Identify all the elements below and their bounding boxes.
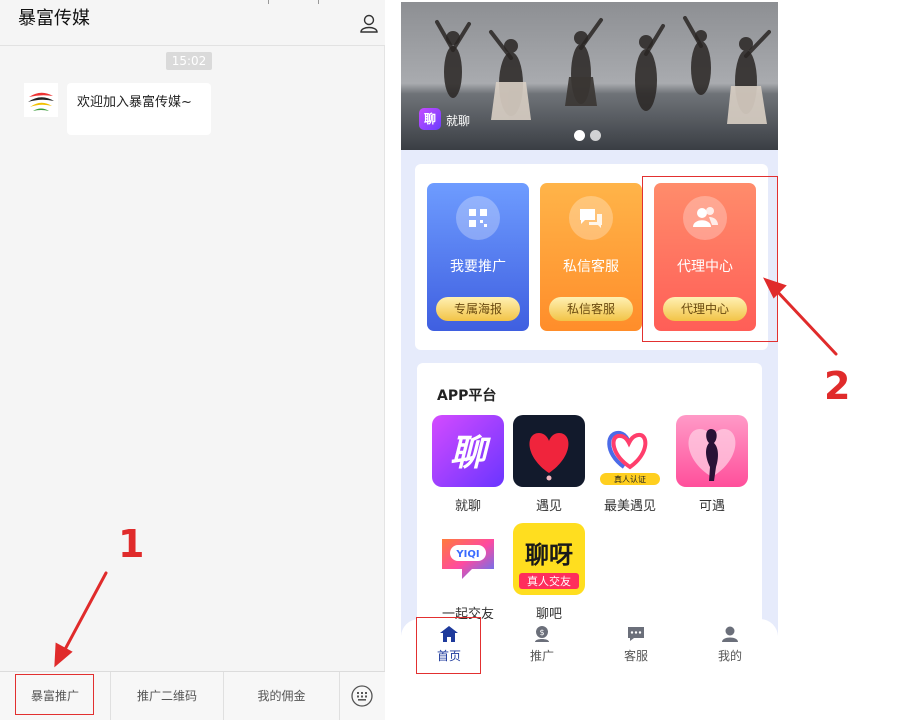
zuimei-heart-logo: 真人认证 <box>594 415 666 487</box>
yujian-heart-logo <box>513 415 585 487</box>
jiuliao-logo-icon: 聊 <box>419 108 441 130</box>
tab-service-label: 客服 <box>623 649 648 663</box>
tab-me-label: 我的 <box>717 649 742 663</box>
chat-title: 暴富传媒 <box>18 8 90 29</box>
liaoba-badge: 真人交友 <box>527 574 571 588</box>
app-name: 可遇 <box>698 499 725 514</box>
screenshot-root: 暴富传媒 15:02 欢迎加入暴富传媒~ 暴富推广 推广二维码 我的佣金 聊 就… <box>0 0 924 720</box>
chat-bubbles-icon <box>569 196 613 240</box>
app-name: 遇见 <box>535 499 562 514</box>
app-liaoba[interactable]: 聊呀 真人交友 聊吧 <box>513 523 587 622</box>
app-jiuliao[interactable]: 聊 就聊 <box>432 415 506 514</box>
welcome-message: 欢迎加入暴富传媒~ <box>67 83 211 135</box>
chat-header: 暴富传媒 <box>0 0 385 46</box>
tab-service[interactable]: 客服 <box>606 625 666 664</box>
app-name: 最美遇见 <box>603 499 656 514</box>
profile-icon <box>722 626 738 642</box>
liaoba-wordmark: 聊呀 <box>525 541 573 569</box>
liaoba-logo: 聊呀 真人交友 <box>513 523 585 595</box>
hero-banner[interactable]: 聊 就聊 <box>401 2 778 150</box>
tile-private-service[interactable]: 私信客服 私信客服 <box>540 183 642 331</box>
zuimei-badge: 真人认证 <box>614 474 646 484</box>
app-zuimei-yujian[interactable]: 真人认证 最美遇见 <box>594 415 668 514</box>
promote-icon: $ <box>535 626 549 642</box>
keyboard-toggle-icon[interactable] <box>350 684 374 708</box>
carousel-dot[interactable] <box>590 130 601 141</box>
chat-window: 暴富传媒 15:02 欢迎加入暴富传媒~ 暴富推广 推广二维码 我的佣金 <box>0 0 385 720</box>
bot-avatar <box>24 83 58 117</box>
menu-my-commission[interactable]: 我的佣金 <box>224 672 340 720</box>
app-keyu[interactable]: 可遇 <box>676 415 750 514</box>
highlight-box-agent-center <box>642 176 778 342</box>
menu-promo-qr[interactable]: 推广二维码 <box>111 672 224 720</box>
tab-promote-label: 推广 <box>529 649 554 663</box>
app-platform-card: APP平台 聊 就聊 遇见 真人认证 最美遇见 可遇 YIQI 一起交友 聊呀 … <box>417 363 762 633</box>
profile-icon[interactable] <box>358 12 380 34</box>
tab-me[interactable]: 我的 <box>700 625 760 664</box>
window-edge-mark <box>268 0 269 4</box>
window-edge-mark <box>318 0 319 4</box>
highlight-box-home-tab <box>416 617 481 674</box>
step-number-2: 2 <box>824 364 851 408</box>
tile-promote-label: 我要推广 <box>450 259 506 275</box>
tile-promote[interactable]: 我要推广 专属海报 <box>427 183 529 331</box>
app-yujian[interactable]: 遇见 <box>513 415 587 514</box>
yiqi-logo: YIQI <box>432 523 504 595</box>
yiqi-badge: YIQI <box>455 549 479 560</box>
step-number-1: 1 <box>118 522 145 566</box>
app-name: 就聊 <box>454 499 481 514</box>
app-platform-title: APP平台 <box>437 388 497 404</box>
arrow-to-agent-center <box>772 286 838 356</box>
banner-brand: 就聊 <box>446 114 471 128</box>
keyu-logo <box>676 415 748 487</box>
app-yiqi[interactable]: YIQI 一起交友 <box>432 523 506 622</box>
private-service-button[interactable]: 私信客服 <box>549 297 633 321</box>
jiuliao-logo: 聊 <box>432 415 504 487</box>
highlight-box-menu-promote <box>15 674 94 715</box>
jiuliao-glyph: 聊 <box>450 433 491 474</box>
exclusive-poster-button[interactable]: 专属海报 <box>436 297 520 321</box>
message-timestamp: 15:02 <box>166 52 212 70</box>
tile-private-service-label: 私信客服 <box>563 259 619 275</box>
tab-promote[interactable]: $ 推广 <box>512 625 572 664</box>
message-icon <box>628 627 644 641</box>
svg-text:$: $ <box>539 628 544 637</box>
carousel-dot[interactable] <box>574 130 585 141</box>
qr-code-icon <box>456 196 500 240</box>
